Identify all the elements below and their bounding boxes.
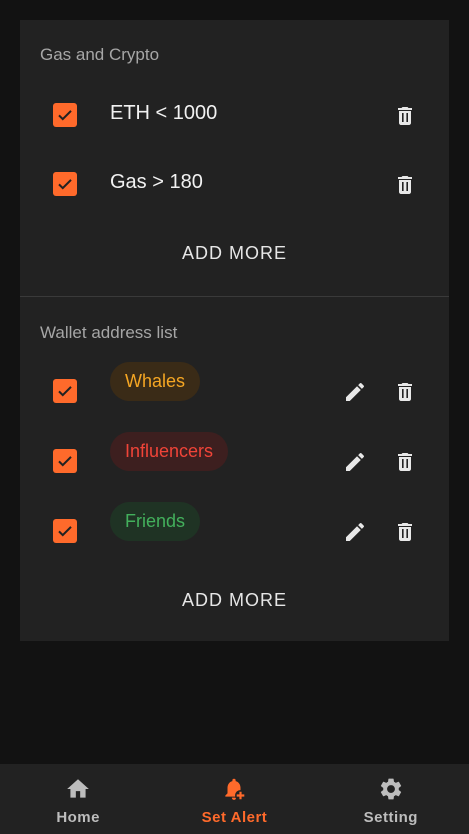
trash-icon[interactable]: [393, 104, 417, 128]
nav-label-setting: Setting: [363, 809, 418, 826]
check-icon: [58, 526, 72, 537]
nav-set-alert[interactable]: Set Alert: [156, 764, 312, 834]
check-icon: [58, 110, 72, 121]
wallet-chip-whales[interactable]: Whales: [110, 362, 201, 401]
add-more-button[interactable]: ADD MORE: [20, 590, 449, 611]
gear-icon: [378, 776, 404, 802]
screen: Gas and Crypto ETH < 1000 Gas > 180 ADD …: [0, 0, 469, 834]
bottom-nav: Home Set Alert Setting: [0, 764, 469, 834]
trash-icon[interactable]: [393, 450, 417, 474]
wallet-chip-influencers[interactable]: Influencers: [110, 432, 229, 471]
check-icon: [58, 386, 72, 397]
trash-icon[interactable]: [393, 173, 417, 197]
checkbox-checked[interactable]: [53, 379, 77, 403]
check-icon: [58, 456, 72, 467]
alert-label: ETH < 1000: [110, 102, 218, 124]
bell-plus-icon: [221, 776, 247, 802]
pencil-icon[interactable]: [343, 380, 367, 404]
checkbox-checked[interactable]: [53, 103, 77, 127]
section-title-wallet: Wallet address list: [40, 323, 178, 342]
alert-row: Gas > 180: [20, 171, 449, 216]
nav-setting[interactable]: Setting: [313, 764, 469, 834]
checkbox-checked[interactable]: [53, 449, 77, 473]
trash-icon[interactable]: [393, 380, 417, 404]
nav-home[interactable]: Home: [0, 764, 156, 834]
home-icon: [65, 776, 91, 802]
alert-row: ETH < 1000: [20, 102, 449, 147]
gas-crypto-card: Gas and Crypto ETH < 1000 Gas > 180 ADD …: [20, 20, 449, 296]
check-icon: [58, 179, 72, 190]
section-title-gas: Gas and Crypto: [40, 45, 160, 64]
checkbox-checked[interactable]: [53, 519, 77, 543]
wallet-row: Whales: [20, 362, 449, 423]
wallet-chip-friends[interactable]: Friends: [110, 502, 201, 541]
add-more-button[interactable]: ADD MORE: [20, 243, 449, 264]
wallet-row: Friends: [20, 502, 449, 563]
checkbox-checked[interactable]: [53, 172, 77, 196]
trash-icon[interactable]: [393, 520, 417, 544]
pencil-icon[interactable]: [343, 450, 367, 474]
pencil-icon[interactable]: [343, 520, 367, 544]
alert-label: Gas > 180: [110, 171, 203, 193]
nav-label-set-alert: Set Alert: [201, 809, 268, 826]
wallet-list-card: Wallet address list Whales Influencers F…: [20, 296, 449, 641]
wallet-row: Influencers: [20, 432, 449, 493]
nav-label-home: Home: [56, 809, 100, 826]
